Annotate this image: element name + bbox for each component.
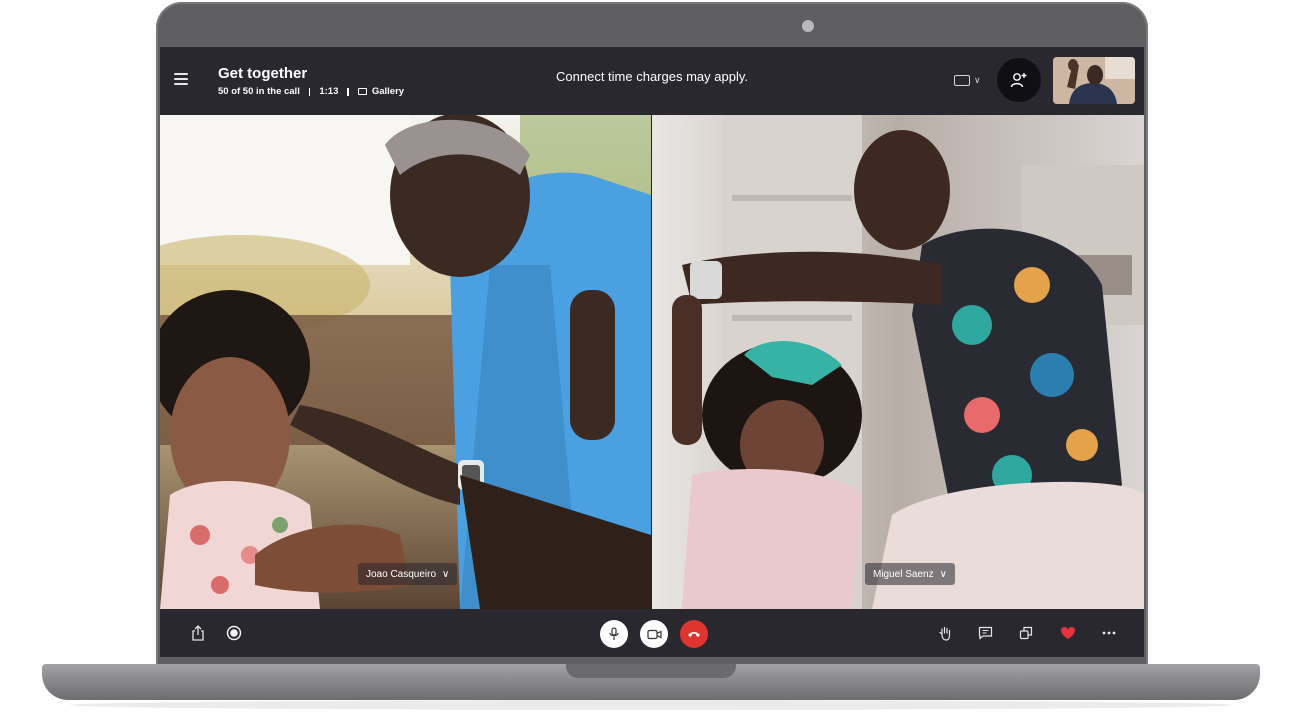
participant-video bbox=[160, 115, 651, 609]
microphone-icon bbox=[609, 627, 619, 640]
video-camera-icon bbox=[646, 629, 662, 639]
chat-button[interactable] bbox=[973, 621, 997, 645]
video-button[interactable] bbox=[640, 620, 668, 648]
heart-icon bbox=[1061, 627, 1075, 639]
add-person-button[interactable] bbox=[997, 58, 1041, 102]
laptop-notch bbox=[566, 664, 736, 678]
end-call-button[interactable] bbox=[680, 620, 708, 648]
chevron-down-icon: ∨ bbox=[974, 74, 981, 85]
share-button[interactable] bbox=[186, 621, 210, 645]
video-tile[interactable]: Joao Casqueiro ∨ bbox=[160, 115, 651, 609]
meta-separator bbox=[347, 87, 349, 96]
chat-icon bbox=[978, 626, 992, 640]
call-meta: 50 of 50 in the call 1:13 Gallery bbox=[218, 86, 404, 97]
more-icon bbox=[1102, 631, 1116, 635]
laptop-shadow bbox=[70, 700, 1232, 710]
self-view-image bbox=[1053, 57, 1135, 104]
more-options-button[interactable] bbox=[1097, 621, 1121, 645]
call-duration: 1:13 bbox=[319, 86, 339, 97]
switch-view-button[interactable] bbox=[1014, 621, 1038, 645]
mute-button[interactable] bbox=[600, 620, 628, 648]
layout-button[interactable]: ∨ bbox=[954, 71, 986, 89]
record-icon bbox=[226, 625, 242, 641]
call-window: Get together 50 of 50 in the call 1:13 G… bbox=[160, 47, 1144, 657]
chevron-down-icon: ∨ bbox=[939, 568, 947, 580]
meta-separator bbox=[308, 87, 311, 96]
react-button[interactable] bbox=[1056, 621, 1080, 645]
participant-video bbox=[652, 115, 1144, 609]
call-controls bbox=[160, 609, 1144, 657]
add-person-icon bbox=[1010, 73, 1027, 88]
hang-up-icon bbox=[688, 632, 700, 637]
call-header: Get together 50 of 50 in the call 1:13 G… bbox=[160, 47, 1144, 115]
participant-name: Miguel Saenz bbox=[873, 568, 934, 580]
layout-frame-icon bbox=[954, 74, 970, 86]
participant-count: 50 of 50 in the call bbox=[218, 86, 300, 97]
share-icon bbox=[192, 625, 204, 641]
participant-name-chip[interactable]: Joao Casqueiro ∨ bbox=[358, 563, 458, 585]
self-view-video[interactable] bbox=[1053, 57, 1135, 104]
raise-hand-icon bbox=[939, 626, 951, 641]
chevron-down-icon: ∨ bbox=[442, 568, 450, 580]
gallery-icon bbox=[357, 88, 367, 95]
switch-view-icon bbox=[1019, 626, 1033, 640]
participant-name: Joao Casqueiro bbox=[366, 568, 437, 580]
view-mode[interactable]: Gallery bbox=[372, 86, 404, 97]
record-button[interactable] bbox=[222, 621, 246, 645]
participant-name-chip[interactable]: Miguel Saenz ∨ bbox=[865, 563, 955, 585]
raise-hand-button[interactable] bbox=[933, 621, 957, 645]
webcam bbox=[802, 20, 814, 32]
video-tile[interactable]: Miguel Saenz ∨ bbox=[652, 115, 1144, 609]
